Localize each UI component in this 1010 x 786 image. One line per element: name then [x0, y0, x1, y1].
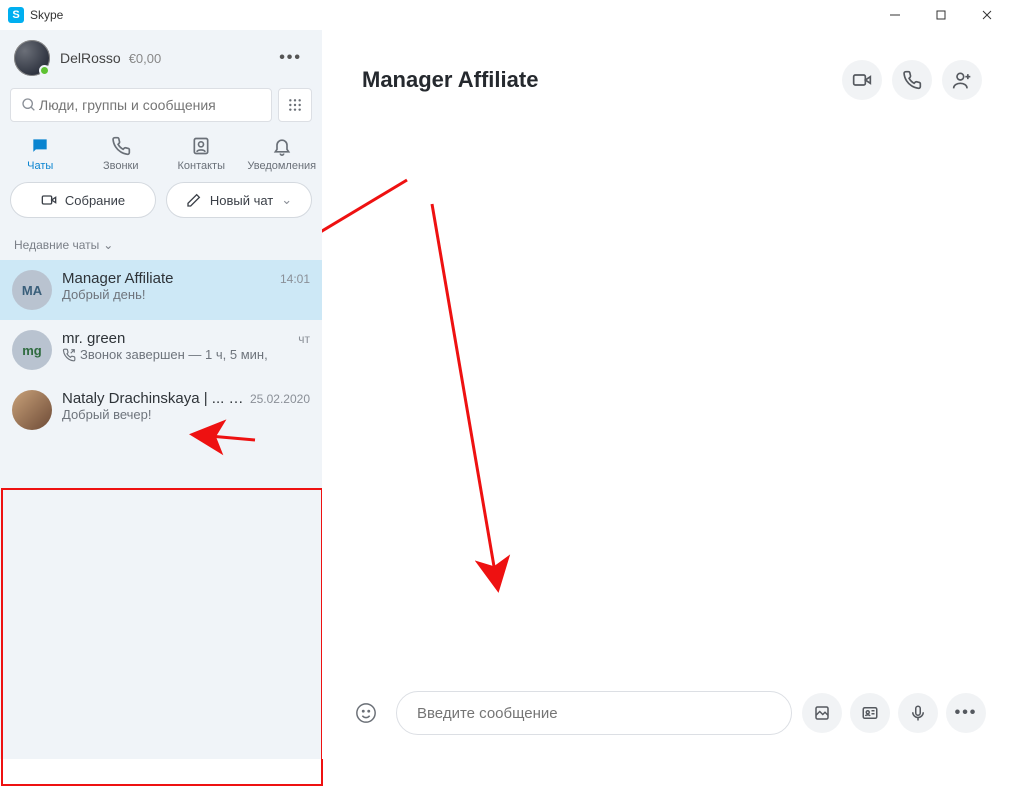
- video-icon: [852, 70, 872, 90]
- recent-chats-header[interactable]: Недавние чаты ⌄: [0, 230, 322, 260]
- profile-name[interactable]: DelRosso: [60, 50, 121, 66]
- sidebar: DelRosso €0,00 •••: [0, 30, 322, 759]
- profile-avatar[interactable]: [14, 40, 50, 76]
- chat-item-mr-green[interactable]: mg mr. green чт Звонок завершен — 1 ч, 5…: [0, 320, 322, 380]
- attachment-icon: [813, 704, 831, 722]
- message-input[interactable]: [415, 704, 773, 723]
- close-button[interactable]: [964, 0, 1010, 30]
- new-chat-label: Новый чат: [210, 193, 273, 208]
- chat-preview: Добрый день!: [62, 287, 310, 302]
- tab-chats-label: Чаты: [27, 160, 53, 172]
- skype-logo-icon: S: [8, 7, 24, 23]
- chat-avatar: mg: [12, 330, 52, 370]
- chat-time: 25.02.2020: [250, 392, 310, 406]
- more-icon: •••: [955, 704, 978, 722]
- chat-preview: Звонок завершен — 1 ч, 5 мин,: [62, 347, 310, 362]
- window-title: Skype: [30, 8, 872, 22]
- new-chat-button[interactable]: Новый чат ⌄: [166, 182, 312, 218]
- record-audio-button[interactable]: [898, 693, 938, 733]
- chat-time: 14:01: [280, 272, 310, 286]
- phone-icon: [111, 136, 131, 156]
- search-input[interactable]: [37, 96, 261, 114]
- profile-header: DelRosso €0,00 •••: [0, 30, 322, 82]
- maximize-button[interactable]: [918, 0, 964, 30]
- message-input-box[interactable]: [396, 691, 792, 735]
- emoji-picker-button[interactable]: [346, 693, 386, 733]
- dialpad-icon: [287, 97, 303, 113]
- chat-list: MA Manager Affiliate 14:01 Добрый день! …: [0, 260, 322, 440]
- chat-item-nataly[interactable]: Nataly Drachinskaya | ... 🐥🐥 25.02.2020 …: [0, 380, 322, 440]
- chat-icon: [30, 136, 50, 156]
- attach-file-button[interactable]: [802, 693, 842, 733]
- composer: •••: [322, 691, 1010, 759]
- meeting-label: Собрание: [65, 193, 125, 208]
- chevron-down-icon: ⌄: [103, 238, 113, 252]
- chevron-down-icon: ⌄: [281, 192, 292, 208]
- contact-card-icon: [861, 704, 879, 722]
- tab-contacts-label: Контакты: [177, 160, 225, 172]
- chat-name: Manager Affiliate: [62, 270, 173, 287]
- phone-icon: [902, 70, 922, 90]
- chat-preview: Добрый вечер!: [62, 407, 310, 422]
- emoji-icon: 🐥🐥: [228, 391, 243, 406]
- dialpad-button[interactable]: [278, 88, 312, 122]
- profile-more-button[interactable]: •••: [273, 43, 308, 73]
- conversation-panel: Manager Affiliate: [322, 30, 1010, 759]
- call-outgoing-icon: [62, 348, 76, 362]
- contacts-icon: [191, 136, 211, 156]
- smile-icon: [355, 702, 377, 724]
- compose-icon: [186, 192, 202, 208]
- chat-item-manager-affiliate[interactable]: MA Manager Affiliate 14:01 Добрый день!: [0, 260, 322, 320]
- video-icon: [41, 192, 57, 208]
- tab-chats[interactable]: Чаты: [4, 136, 76, 172]
- titlebar: S Skype: [0, 0, 1010, 30]
- tab-calls[interactable]: Звонки: [85, 136, 157, 172]
- bell-icon: [272, 136, 292, 156]
- meeting-button[interactable]: Собрание: [10, 182, 156, 218]
- tab-contacts[interactable]: Контакты: [165, 136, 237, 172]
- audio-call-button[interactable]: [892, 60, 932, 100]
- add-participant-button[interactable]: [942, 60, 982, 100]
- search-icon: [21, 97, 37, 113]
- conversation-title: Manager Affiliate: [362, 67, 842, 93]
- minimize-button[interactable]: [872, 0, 918, 30]
- annotation-red-box: [1, 488, 323, 786]
- conversation-header: Manager Affiliate: [322, 30, 1010, 120]
- chat-avatar: [12, 390, 52, 430]
- add-person-icon: [952, 70, 972, 90]
- tab-notifications[interactable]: Уведомления: [246, 136, 318, 172]
- video-call-button[interactable]: [842, 60, 882, 100]
- conversation-body: [322, 120, 1010, 691]
- recent-chats-label: Недавние чаты: [14, 238, 99, 252]
- tab-calls-label: Звонки: [103, 160, 139, 172]
- microphone-icon: [909, 704, 927, 722]
- search-box[interactable]: [10, 88, 272, 122]
- chat-time: чт: [298, 332, 310, 346]
- status-online-icon: [39, 65, 50, 76]
- more-options-button[interactable]: •••: [946, 693, 986, 733]
- nav-tabs: Чаты Звонки Контакты Уведомления: [0, 132, 322, 182]
- chat-avatar: MA: [12, 270, 52, 310]
- chat-name: mr. green: [62, 330, 125, 347]
- tab-notifications-label: Уведомления: [247, 160, 316, 172]
- profile-balance[interactable]: €0,00: [129, 51, 162, 66]
- send-contact-button[interactable]: [850, 693, 890, 733]
- chat-preview-text: Звонок завершен — 1 ч, 5 мин,: [80, 347, 268, 362]
- window-controls: [872, 0, 1010, 30]
- chat-name: Nataly Drachinskaya | ... 🐥🐥: [62, 390, 244, 407]
